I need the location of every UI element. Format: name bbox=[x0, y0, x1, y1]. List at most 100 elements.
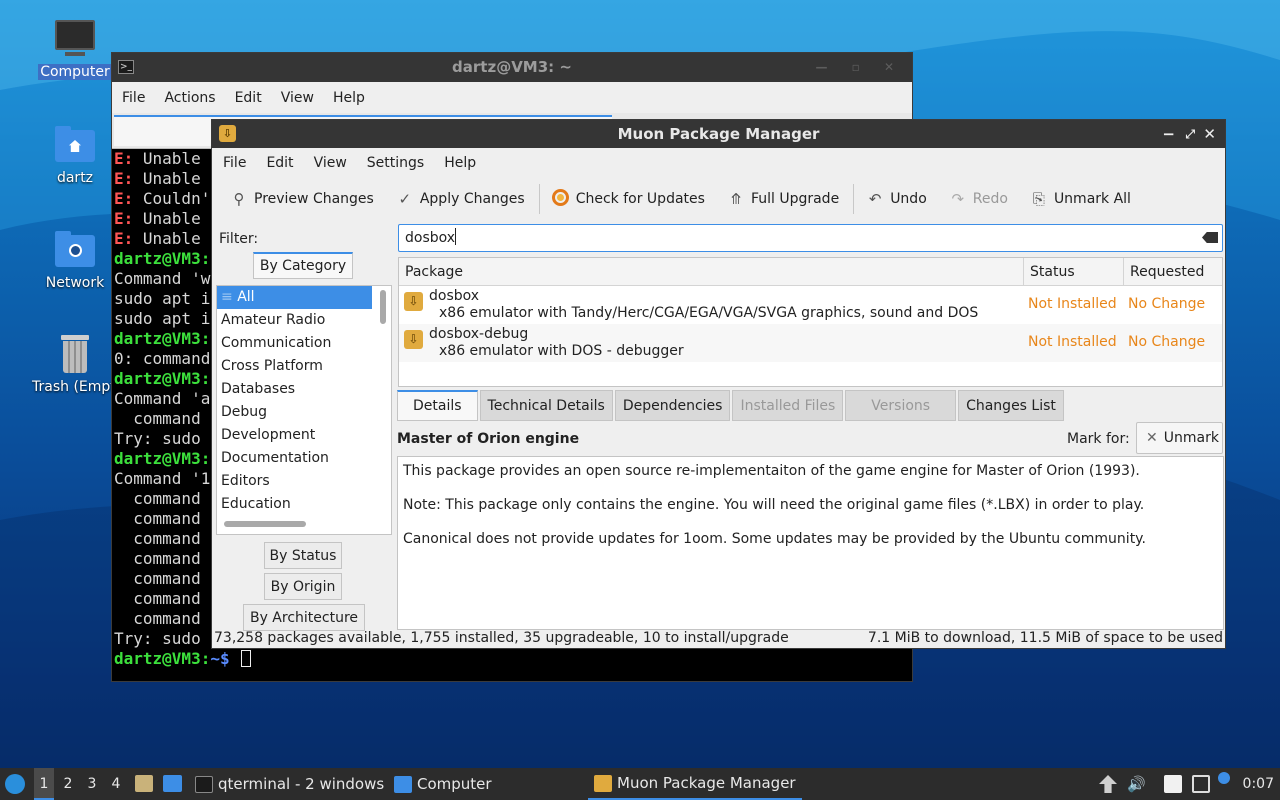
close-icon: ✕ bbox=[1146, 430, 1158, 446]
package-table[interactable]: Package Status Requested ⇩ dosbox x86 em… bbox=[398, 257, 1223, 387]
category-label: Documentation bbox=[221, 450, 329, 466]
tab-by-architecture[interactable]: By Architecture bbox=[243, 604, 365, 631]
category-item[interactable]: Databases bbox=[217, 378, 372, 401]
muon-titlebar[interactable]: ⇩ Muon Package Manager − ⤢ ✕ bbox=[212, 120, 1225, 148]
volume-icon[interactable]: 🔊 bbox=[1127, 775, 1146, 793]
clear-input-icon[interactable] bbox=[1202, 232, 1218, 243]
workspace-2[interactable]: 2 bbox=[58, 768, 78, 800]
file-manager-icon[interactable] bbox=[135, 775, 153, 792]
tab-by-status[interactable]: By Status bbox=[264, 542, 342, 569]
error-prefix: E: bbox=[114, 189, 134, 208]
menu-help[interactable]: Help bbox=[444, 155, 476, 171]
unmark-button[interactable]: ✕ Unmark bbox=[1136, 422, 1223, 454]
muon-window[interactable]: ⇩ Muon Package Manager − ⤢ ✕ File Edit V… bbox=[211, 119, 1226, 649]
network-folder-icon bbox=[53, 229, 97, 271]
tab-dependencies[interactable]: Dependencies bbox=[614, 390, 731, 421]
apply-changes-button[interactable]: ✓ Apply Changes bbox=[396, 190, 525, 208]
status-download: 7.1 MiB to download, 11.5 MiB of space t… bbox=[867, 630, 1223, 646]
category-list[interactable]: ≡ All Amateur Radio Communication Cross Pla… bbox=[216, 285, 392, 535]
category-item[interactable]: Documentation bbox=[217, 447, 372, 470]
line-text: command bbox=[114, 509, 201, 528]
menu-file[interactable]: File bbox=[223, 155, 246, 171]
desktop-icon-home[interactable]: dartz bbox=[30, 124, 120, 186]
workspace-3[interactable]: 3 bbox=[82, 768, 102, 800]
workspace-1[interactable]: 1 bbox=[34, 768, 54, 800]
workspace-4[interactable]: 4 bbox=[106, 768, 126, 800]
tab-details[interactable]: Details bbox=[397, 390, 478, 421]
preview-changes-button[interactable]: ⚲ Preview Changes bbox=[230, 190, 374, 208]
category-item[interactable]: Amateur Radio bbox=[217, 309, 372, 332]
desktop-icon-network[interactable]: Network bbox=[30, 229, 120, 291]
tab-installed-files[interactable]: Installed Files bbox=[732, 390, 844, 421]
menu-edit[interactable]: Edit bbox=[266, 155, 293, 171]
unmark-all-button[interactable]: ⎘ Unmark All bbox=[1030, 190, 1131, 208]
error-prefix: E: bbox=[114, 229, 134, 248]
category-item[interactable]: Cross Platform bbox=[217, 355, 372, 378]
category-item[interactable]: Development bbox=[217, 424, 372, 447]
terminal-menu-edit[interactable]: Edit bbox=[235, 90, 262, 106]
task-computer[interactable]: Computer bbox=[394, 768, 492, 800]
muon-toolbar: ⚲ Preview Changes ✓ Apply Changes Check fo… bbox=[212, 178, 1225, 220]
package-name: dosbox-debug bbox=[429, 326, 529, 342]
window-controls[interactable]: — ▫ ✕ bbox=[815, 53, 904, 82]
package-status: Not Installed bbox=[1028, 334, 1117, 350]
category-item[interactable]: Debug bbox=[217, 401, 372, 424]
terminal-menu-help[interactable]: Help bbox=[333, 90, 365, 106]
line-text: Try: sudo bbox=[114, 429, 201, 448]
terminal-menu-view[interactable]: View bbox=[281, 90, 314, 106]
package-requested: No Change bbox=[1128, 334, 1206, 350]
redo-button[interactable]: ↷ Redo bbox=[949, 190, 1007, 208]
trash-icon bbox=[53, 333, 97, 375]
category-item[interactable]: Editors bbox=[217, 470, 372, 493]
table-row[interactable]: ⇩ dosbox x86 emulator with Tandy/Herc/CG… bbox=[399, 286, 1222, 324]
line-text: sudo apt i bbox=[114, 289, 211, 308]
desktop-icon-computer[interactable]: Computer bbox=[30, 18, 120, 80]
start-menu-icon[interactable] bbox=[5, 774, 25, 794]
terminal-menu-file[interactable]: File bbox=[122, 90, 145, 106]
menu-view[interactable]: View bbox=[314, 155, 347, 171]
horizontal-scrollbar[interactable] bbox=[224, 521, 306, 527]
category-item[interactable]: Communication bbox=[217, 332, 372, 355]
line-text: sudo apt i bbox=[114, 309, 211, 328]
button-label: Undo bbox=[890, 191, 927, 207]
tab-technical-details[interactable]: Technical Details bbox=[479, 390, 613, 421]
close-button[interactable]: ✕ bbox=[1203, 120, 1216, 148]
clock[interactable]: 0:07 bbox=[1243, 768, 1274, 800]
category-item[interactable]: Education bbox=[217, 493, 372, 516]
tab-by-origin[interactable]: By Origin bbox=[264, 573, 342, 600]
clipboard-icon[interactable] bbox=[1164, 775, 1182, 793]
undo-button[interactable]: ↶ Undo bbox=[866, 190, 927, 208]
task-label: qterminal - 2 windows bbox=[218, 775, 385, 793]
column-package[interactable]: Package bbox=[399, 258, 1024, 286]
check-updates-button[interactable]: Check for Updates bbox=[552, 188, 705, 210]
tab-versions[interactable]: Versions bbox=[845, 390, 957, 421]
update-notifier-icon[interactable] bbox=[1099, 775, 1117, 793]
terminal-titlebar[interactable]: >_ dartz@VM3: ~ — ▫ ✕ bbox=[112, 53, 912, 82]
prompt-user: dartz@VM3: bbox=[114, 369, 211, 388]
minimize-button[interactable]: − bbox=[1162, 120, 1175, 148]
terminal-prompt-line[interactable]: dartz@VM3:~$ bbox=[112, 649, 912, 669]
package-title: Master of Orion engine bbox=[397, 431, 580, 447]
info-notification-icon[interactable] bbox=[1218, 772, 1230, 784]
desktop-icon-trash[interactable]: Trash (Empty) bbox=[30, 333, 130, 395]
full-upgrade-button[interactable]: ⤊ Full Upgrade bbox=[727, 190, 840, 208]
vertical-scrollbar[interactable] bbox=[380, 290, 386, 324]
muon-title: Muon Package Manager bbox=[617, 125, 820, 143]
column-requested[interactable]: Requested bbox=[1123, 258, 1223, 286]
column-status[interactable]: Status bbox=[1023, 258, 1123, 286]
task-qterminal[interactable]: qterminal - 2 windows bbox=[195, 768, 384, 800]
category-item[interactable]: ≡ All bbox=[217, 286, 372, 309]
tab-changes-list[interactable]: Changes List bbox=[958, 390, 1064, 421]
button-label: Apply Changes bbox=[419, 191, 525, 207]
menu-settings[interactable]: Settings bbox=[367, 155, 424, 171]
display-icon[interactable] bbox=[1192, 775, 1210, 793]
task-muon[interactable]: Muon Package Manager bbox=[588, 768, 802, 800]
tab-by-category[interactable]: By Category bbox=[253, 252, 353, 279]
maximize-button[interactable]: ⤢ bbox=[1185, 120, 1195, 148]
search-input[interactable]: dosbox bbox=[398, 224, 1223, 252]
prompt-path: ~$ bbox=[210, 649, 230, 668]
terminal-menu-actions[interactable]: Actions bbox=[164, 90, 215, 106]
toolbar-separator bbox=[853, 184, 855, 214]
show-desktop-icon[interactable] bbox=[163, 775, 182, 792]
table-row[interactable]: ⇩ dosbox-debug x86 emulator with DOS - d… bbox=[399, 324, 1222, 362]
